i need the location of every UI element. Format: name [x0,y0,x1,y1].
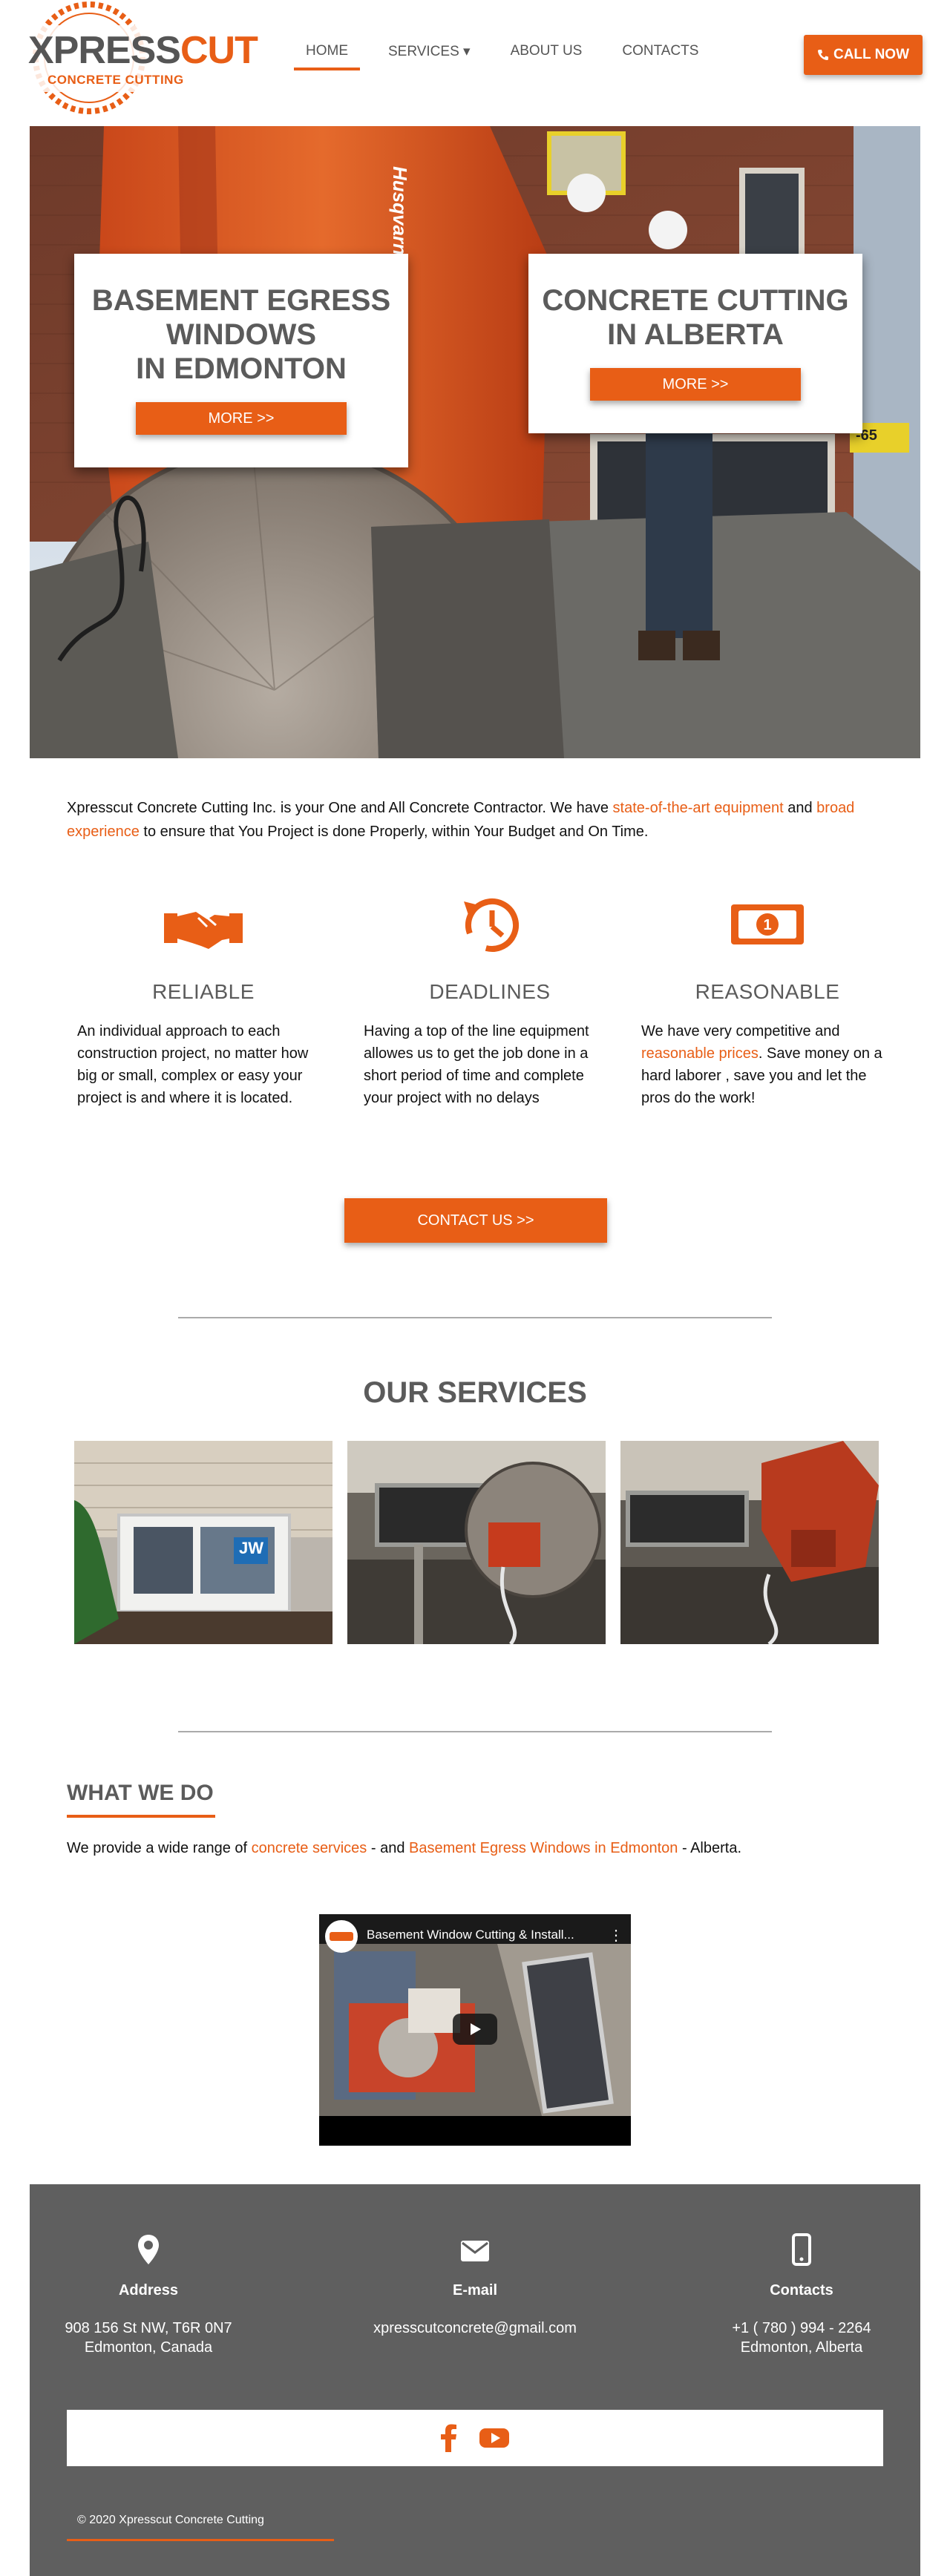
footer-email: E-mail xpresscutconcrete@gmail.com [356,2184,594,2338]
clock-history-icon [464,898,519,952]
section-title-our-services: OUR SERVICES [363,1376,587,1409]
intro-text: Xpresscut Concrete Cutting Inc. is your … [67,800,613,816]
social-links-bar [67,2410,883,2466]
play-icon[interactable] [453,2014,497,2045]
site-logo[interactable]: XPRESSCUT CONCRETE CUTTING [28,0,258,119]
intro-text: to ensure that You Project is done Prope… [139,824,649,840]
feature-reasonable: 1 REASONABLE We have very competitive an… [641,894,894,1109]
window-sign-text: JW [239,1539,263,1557]
section-title-what-we-do: WHAT WE DO [67,1781,215,1818]
footer-address-line: Edmonton, Canada [84,2339,213,2356]
wwd-text: - and [367,1840,409,1856]
footer-label: Contacts [770,2282,833,2299]
feature-title: REASONABLE [695,980,840,1003]
call-now-button[interactable]: CALL NOW [804,35,923,75]
service-image-concrete-saw-closeup[interactable] [620,1441,879,1644]
feature-text-part: We have very competitive and [641,1023,840,1039]
nav-about-us[interactable]: ABOUT US [499,43,594,70]
more-button-basement[interactable]: MORE >> [136,402,347,435]
hero-title-line: WINDOWS [166,318,317,351]
play-triangle-icon [471,2023,481,2035]
intro-paragraph: Xpresscut Concrete Cutting Inc. is your … [67,796,898,844]
call-now-label: CALL NOW [833,47,910,62]
footer-label: Address [118,2282,179,2299]
footer-label: E-mail [452,2282,498,2299]
channel-avatar[interactable] [325,1920,358,1953]
what-we-do-paragraph: We provide a wide range of concrete serv… [67,1840,741,1857]
video-title[interactable]: Basement Window Cutting & Install... [367,1928,574,1942]
service-photo [620,1441,879,1644]
section-divider [178,1317,772,1318]
logo-wordmark-left: XPRESS [28,29,181,72]
hero-title-line: IN EDMONTON [136,352,347,385]
feature-text: Having a top of the line equipment allow… [364,1023,589,1106]
link-state-of-the-art-equipment[interactable]: state-of-the-art equipment [613,800,784,816]
footer-address-line: 908 156 St NW, T6R 0N7 [65,2320,232,2336]
footer-contacts: Contacts +1 ( 780 ) 994 - 2264 Edmonton,… [683,2184,920,2357]
wwd-text: - Alberta. [678,1840,742,1856]
logo-wordmark-right: CUT [180,29,258,72]
svg-text:1: 1 [763,917,771,933]
site-footer: Address 908 156 St NW, T6R 0N7 Edmonton,… [30,2184,920,2576]
link-reasonable-prices[interactable]: reasonable prices [641,1045,759,1062]
video-menu-icon[interactable]: ⋮ [609,1926,623,1945]
hero-title-line: CONCRETE CUTTING [542,284,849,317]
service-photo [347,1441,606,1644]
nav-home[interactable]: HOME [294,43,360,70]
logo-wordmark: XPRESSCUT [28,30,258,71]
hero-card-basement-egress: BASEMENT EGRESS WINDOWS IN EDMONTON MORE… [74,254,408,467]
copyright-text: © 2020 Xpresscut Concrete Cutting [77,2514,264,2526]
money-bill-icon: 1 [731,904,804,944]
copyright-underline [67,2539,334,2541]
handshake-icon [164,912,243,949]
footer-contacts-line: Edmonton, Alberta [740,2339,863,2356]
hero-title-line: IN ALBERTA [607,318,784,351]
mobile-phone-icon [792,2233,811,2266]
map-pin-icon [138,2235,159,2264]
phone-icon [817,50,828,60]
service-image-wall-saw-cutting[interactable] [347,1441,606,1644]
facebook-icon[interactable] [441,2424,457,2452]
hero-card-title-concrete: CONCRETE CUTTING IN ALBERTA [528,283,862,352]
feature-title: RELIABLE [152,980,255,1003]
hero-banner: Husqvarna -65 BASEMENT EGRESS WINDOWS IN… [30,126,920,758]
hero-card-concrete-cutting: CONCRETE CUTTING IN ALBERTA MORE >> [528,254,862,433]
youtube-video-embed[interactable]: Basement Window Cutting & Install... ⋮ [319,1914,631,2146]
link-concrete-services[interactable]: concrete services [252,1840,367,1856]
main-nav: HOME SERVICES ▾ ABOUT US CONTACTS [294,43,727,70]
link-basement-egress-windows[interactable]: Basement Egress Windows in Edmonton [409,1840,678,1856]
nav-services[interactable]: SERVICES ▾ [376,43,482,70]
wwd-text: We provide a wide range of [67,1840,252,1856]
feature-reliable: RELIABLE An individual approach to each … [77,894,330,1109]
section-divider [178,1731,772,1732]
service-photo [74,1441,332,1644]
envelope-icon [461,2241,489,2261]
feature-text: We have very competitive and reasonable … [641,1020,894,1109]
nav-contacts[interactable]: CONTACTS [610,43,710,70]
footer-email-link[interactable]: xpresscutconcrete@gmail.com [356,2319,594,2338]
youtube-icon[interactable] [479,2427,509,2449]
saw-brand-text: Husqvarna [389,166,411,266]
footer-phone-link[interactable]: +1 ( 780 ) 994 - 2264 [683,2319,920,2338]
logo-tagline: CONCRETE CUTTING [48,73,184,87]
feature-text: An individual approach to each construct… [77,1023,309,1106]
intro-text: and [783,800,817,816]
feature-title: DEADLINES [429,980,551,1003]
feature-deadlines: DEADLINES Having a top of the line equip… [364,894,616,1109]
footer-address: Address 908 156 St NW, T6R 0N7 Edmonton,… [30,2184,267,2357]
more-button-concrete[interactable]: MORE >> [590,368,801,401]
hero-card-title-basement: BASEMENT EGRESS WINDOWS IN EDMONTON [74,283,408,386]
contact-us-button[interactable]: CONTACT US >> [344,1198,607,1243]
service-image-basement-window[interactable]: JW [74,1441,332,1644]
hero-title-line: BASEMENT EGRESS [91,284,391,317]
